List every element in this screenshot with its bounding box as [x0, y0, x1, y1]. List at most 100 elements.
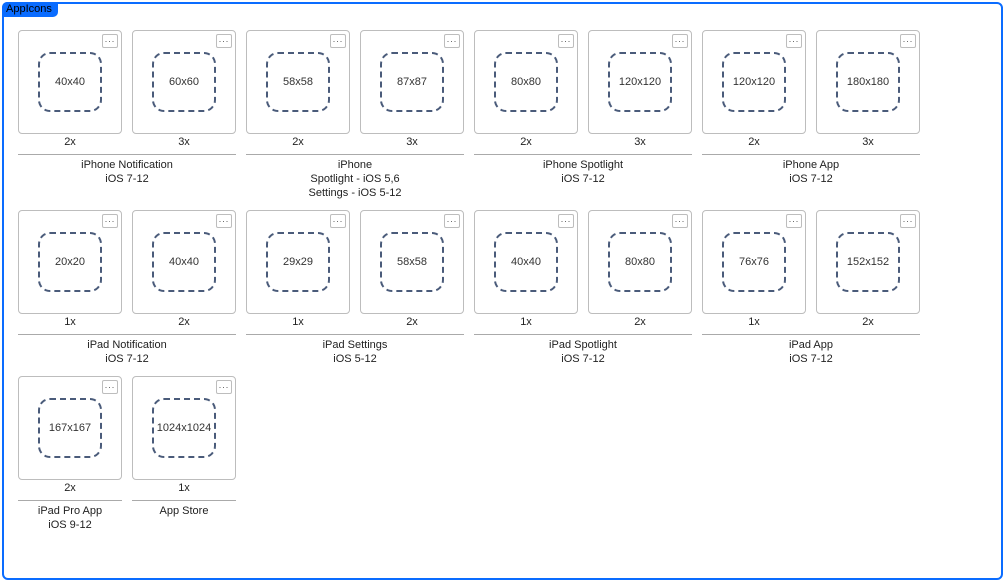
icon-slot: ...80x802x — [588, 210, 692, 328]
size-placeholder: 40x40 — [38, 52, 102, 112]
group-caption: iPhone App iOS 7-12 — [783, 158, 839, 186]
tile-menu-button[interactable]: ... — [786, 34, 802, 48]
icon-group: ...120x1202x...180x1803xiPhone App iOS 7… — [702, 30, 920, 186]
group-caption: iPad Spotlight iOS 7-12 — [549, 338, 617, 366]
tile-menu-button[interactable]: ... — [444, 214, 460, 228]
icon-slot: ...58x582x — [360, 210, 464, 328]
tile-menu-button[interactable]: ... — [102, 380, 118, 394]
icon-slot: ...60x60 3x — [132, 30, 236, 148]
tile-menu-button[interactable]: ... — [330, 34, 346, 48]
icon-group-slots: ...80x802x...120x1203x — [474, 30, 692, 148]
tile-menu-button[interactable]: ... — [102, 214, 118, 228]
icon-group-slots: ...1024x1024 1x — [132, 376, 236, 494]
scale-label: 1x — [178, 482, 190, 494]
icon-drop-tile[interactable]: ...87x87 — [360, 30, 464, 134]
icon-group-slots: ...20x201x...40x402x — [18, 210, 236, 328]
icon-slot: ...40x402x — [18, 30, 122, 148]
icon-drop-tile[interactable]: ...120x120 — [702, 30, 806, 134]
scale-label: 2x — [64, 482, 76, 494]
scale-label: 2x — [862, 316, 874, 328]
icon-group-slots: ...40x401x...80x802x — [474, 210, 692, 328]
scale-label: 2x — [292, 136, 304, 148]
icon-group: ...20x201x...40x402xiPad Notification iO… — [18, 210, 236, 366]
tile-menu-button[interactable]: ... — [558, 214, 574, 228]
tile-menu-button[interactable]: ... — [672, 34, 688, 48]
group-divider — [18, 500, 122, 501]
icon-drop-tile[interactable]: ...40x40 — [18, 30, 122, 134]
icon-drop-tile[interactable]: ...80x80 — [588, 210, 692, 314]
tile-menu-button[interactable]: ... — [900, 214, 916, 228]
scale-label: 3x — [634, 136, 646, 148]
tile-menu-button[interactable]: ... — [444, 34, 460, 48]
icon-slot: ...29x29 1x — [246, 210, 350, 328]
tile-menu-button[interactable]: ... — [330, 214, 346, 228]
size-placeholder: 167x167 — [38, 398, 102, 458]
icon-group: ...76x761x...152x1522xiPad App iOS 7-12 — [702, 210, 920, 366]
icon-drop-tile[interactable]: ...180x180 — [816, 30, 920, 134]
group-divider — [18, 334, 236, 335]
icon-group-slots: ...167x167 2x — [18, 376, 122, 494]
icon-drop-tile[interactable]: ...120x120 — [588, 30, 692, 134]
size-placeholder: 120x120 — [722, 52, 786, 112]
size-placeholder: 76x76 — [722, 232, 786, 292]
icon-group: ...167x167 2x iPad Pro App iOS 9-12 — [18, 376, 122, 532]
icon-drop-tile[interactable]: ...60x60 — [132, 30, 236, 134]
size-placeholder: 40x40 — [494, 232, 558, 292]
icon-drop-tile[interactable]: ...167x167 — [18, 376, 122, 480]
group-divider — [474, 334, 692, 335]
scale-label: 1x — [292, 316, 304, 328]
panel-tab[interactable]: AppIcons — [2, 2, 58, 17]
size-placeholder: 120x120 — [608, 52, 672, 112]
icon-slot: ...167x167 2x — [18, 376, 122, 494]
tile-menu-button[interactable]: ... — [786, 214, 802, 228]
scale-label: 3x — [406, 136, 418, 148]
tile-menu-button[interactable]: ... — [216, 214, 232, 228]
group-divider — [702, 334, 920, 335]
group-caption: iPhone Spotlight iOS 7-12 — [543, 158, 623, 186]
icon-drop-tile[interactable]: ...29x29 — [246, 210, 350, 314]
icon-slot: ...58x58 2x — [246, 30, 350, 148]
group-caption: iPad Pro App iOS 9-12 — [38, 504, 102, 532]
group-caption: iPhone Notification iOS 7-12 — [81, 158, 173, 186]
tile-menu-button[interactable]: ... — [672, 214, 688, 228]
icon-slot: ...180x1803x — [816, 30, 920, 148]
tile-menu-button[interactable]: ... — [900, 34, 916, 48]
icon-slot: ...120x120 2x — [702, 30, 806, 148]
icon-group: ...1024x10241xApp Store — [132, 376, 236, 518]
scale-label: 1x — [520, 316, 532, 328]
icon-group: ...40x401x...80x802xiPad Spotlight iOS 7… — [474, 210, 692, 366]
size-placeholder: 29x29 — [266, 232, 330, 292]
icon-drop-tile[interactable]: ...152x152 — [816, 210, 920, 314]
icon-slot: ...40x40 1x — [474, 210, 578, 328]
size-placeholder: 40x40 — [152, 232, 216, 292]
tile-menu-button[interactable]: ... — [216, 380, 232, 394]
icon-drop-tile[interactable]: ...76x76 — [702, 210, 806, 314]
icon-drop-tile[interactable]: ...40x40 — [474, 210, 578, 314]
icon-slot: ...76x761x — [702, 210, 806, 328]
icon-drop-tile[interactable]: ...1024x1024 — [132, 376, 236, 480]
scale-label: 2x — [178, 316, 190, 328]
tile-menu-button[interactable]: ... — [558, 34, 574, 48]
tile-menu-button[interactable]: ... — [102, 34, 118, 48]
size-placeholder: 180x180 — [836, 52, 900, 112]
icon-group-slots: ...29x291x...58x582x — [246, 210, 464, 328]
group-divider — [702, 154, 920, 155]
scale-label: 2x — [748, 136, 760, 148]
icon-drop-tile[interactable]: ...20x20 — [18, 210, 122, 314]
icon-slot: ...87x87 3x — [360, 30, 464, 148]
group-caption: iPhone Spotlight - iOS 5,6 Settings - iO… — [309, 158, 402, 200]
icon-slot: ...40x40 2x — [132, 210, 236, 328]
group-divider — [132, 500, 236, 501]
icon-drop-tile[interactable]: ...80x80 — [474, 30, 578, 134]
icon-group: ...58x58 2x ...87x87 3x iPhone Spotlight - i… — [246, 30, 464, 200]
tile-menu-button[interactable]: ... — [216, 34, 232, 48]
scale-label: 3x — [178, 136, 190, 148]
size-placeholder: 80x80 — [494, 52, 558, 112]
icon-drop-tile[interactable]: ...40x40 — [132, 210, 236, 314]
icon-slot: ...80x802x — [474, 30, 578, 148]
appicons-panel: AppIcons ...40x402x...60x603xiPhone Noti… — [2, 2, 1003, 580]
icon-drop-tile[interactable]: ...58x58 — [246, 30, 350, 134]
icon-drop-tile[interactable]: ...58x58 — [360, 210, 464, 314]
group-divider — [246, 334, 464, 335]
icon-slot: ...120x120 3x — [588, 30, 692, 148]
